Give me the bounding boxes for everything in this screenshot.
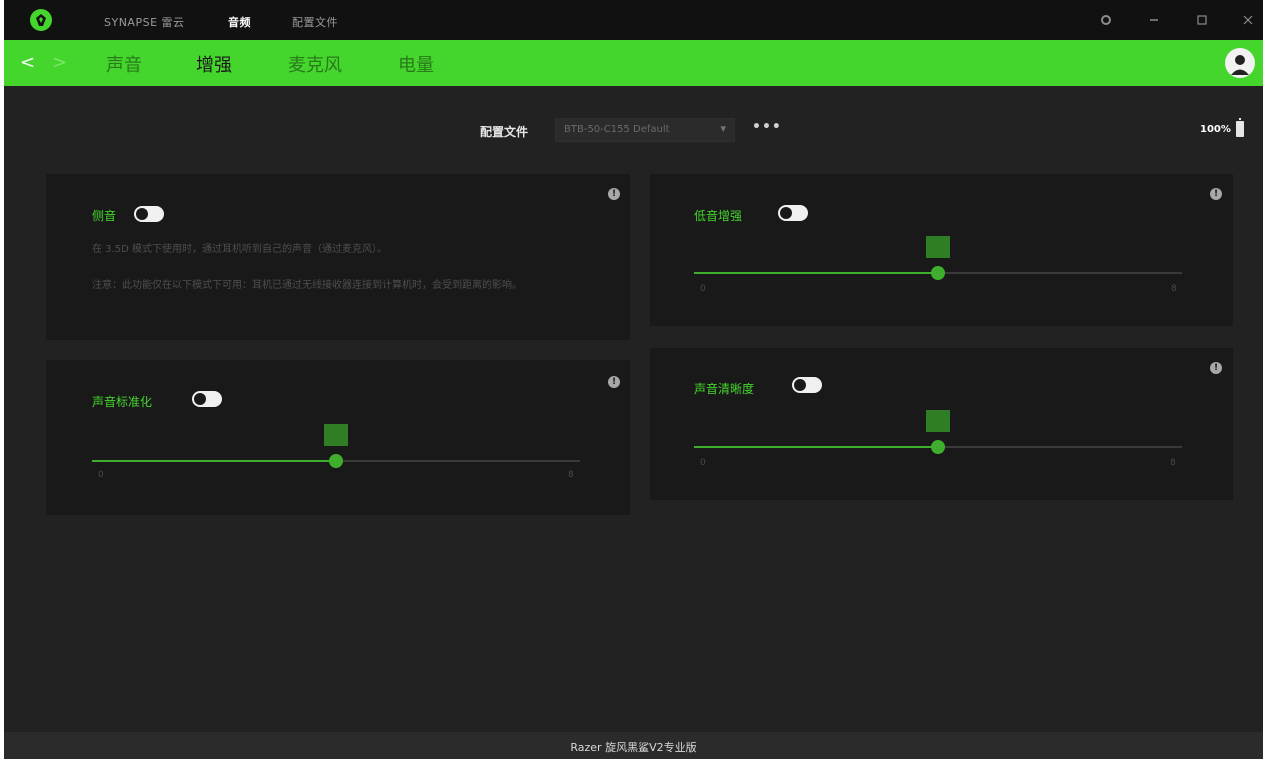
tab-enhancement[interactable]: 增强 [196, 51, 232, 77]
voice-clarity-toggle[interactable] [792, 377, 822, 393]
tab-sound[interactable]: 声音 [106, 51, 142, 77]
bass-boost-min-label: 0 [700, 284, 706, 294]
tab-synapse[interactable]: SYNAPSE 雷云 [104, 14, 185, 30]
profile-value: BTB-50-C155 Default [564, 124, 670, 135]
battery-percent: 100% [1200, 124, 1231, 135]
nav-bar: < > 声音 增强 麦克风 电量 [4, 40, 1263, 86]
sidetone-note: 注意：此功能仅在以下模式下可用：耳机已通过无线接收器连接到计算机时，会受到距离的… [92, 280, 522, 291]
voice-clarity-title: 声音清晰度 [694, 382, 755, 396]
tab-microphone[interactable]: 麦克风 [288, 51, 342, 77]
maximize-icon[interactable] [1192, 10, 1212, 30]
voice-clarity-value-bubble [926, 410, 950, 432]
close-icon[interactable] [1238, 10, 1258, 30]
voice-clarity-min-label: 0 [700, 458, 706, 468]
voice-clarity-slider-fill [694, 446, 938, 448]
battery-icon [1236, 118, 1244, 137]
bass-boost-slider-fill [694, 272, 938, 274]
voice-clarity-slider-thumb[interactable] [931, 440, 945, 454]
voice-clarity-card: ! 声音清晰度 0 8 [650, 348, 1233, 500]
user-avatar-icon[interactable] [1225, 48, 1255, 78]
sidetone-title: 侧音 [92, 209, 117, 223]
tab-profiles[interactable]: 配置文件 [292, 14, 338, 30]
info-icon[interactable]: ! [1210, 362, 1222, 374]
title-bar: SYNAPSE 雷云 音频 配置文件 [4, 0, 1263, 40]
sound-normalization-min-label: 0 [98, 470, 104, 480]
minimize-icon[interactable] [1144, 10, 1164, 30]
sound-normalization-max-label: 8 [568, 470, 574, 480]
more-options-button[interactable]: ••• [752, 119, 782, 135]
info-icon[interactable]: ! [1210, 188, 1222, 200]
settings-gear-icon[interactable] [1096, 10, 1116, 30]
sound-normalization-toggle[interactable] [192, 391, 222, 407]
profile-dropdown[interactable]: BTB-50-C155 Default ▾ [555, 118, 735, 142]
info-icon[interactable]: ! [608, 376, 620, 388]
forward-arrow-icon[interactable]: > [52, 52, 67, 73]
sidetone-description: 在 3.5D 模式下使用时，通过耳机听到自己的声音（通过麦克风）。 [92, 244, 387, 255]
sound-normalization-slider-thumb[interactable] [329, 454, 343, 468]
bass-boost-value-bubble [926, 236, 950, 258]
sidetone-toggle[interactable] [134, 206, 164, 222]
info-icon[interactable]: ! [608, 188, 620, 200]
bass-boost-card: ! 低音增强 0 8 [650, 174, 1233, 326]
sidetone-card: ! 侧音 在 3.5D 模式下使用时，通过耳机听到自己的声音（通过麦克风）。 注… [46, 174, 630, 340]
bass-boost-title: 低音增强 [694, 209, 743, 223]
back-arrow-icon[interactable]: < [20, 52, 35, 73]
chevron-down-icon: ▾ [720, 122, 726, 135]
sound-normalization-card: ! 声音标准化 0 8 [46, 360, 630, 515]
sound-normalization-slider-fill [92, 460, 336, 462]
razer-logo-icon [30, 9, 52, 31]
tab-power[interactable]: 电量 [398, 51, 434, 77]
sound-normalization-value-bubble [324, 424, 348, 446]
bass-boost-toggle[interactable] [778, 205, 808, 221]
footer-bar: Razer 旋风黑鲨V2专业版 [4, 732, 1263, 759]
app-window: SYNAPSE 雷云 音频 配置文件 < > 声音 增强 麦克风 电量 配置文件… [4, 0, 1263, 759]
sound-normalization-title: 声音标准化 [92, 395, 153, 409]
voice-clarity-max-label: 8 [1170, 458, 1176, 468]
bass-boost-max-label: 8 [1171, 284, 1177, 294]
bass-boost-slider-thumb[interactable] [931, 266, 945, 280]
profile-label: 配置文件 [480, 125, 529, 139]
tab-audio[interactable]: 音频 [228, 14, 251, 30]
device-name: Razer 旋风黑鲨V2专业版 [570, 741, 697, 754]
